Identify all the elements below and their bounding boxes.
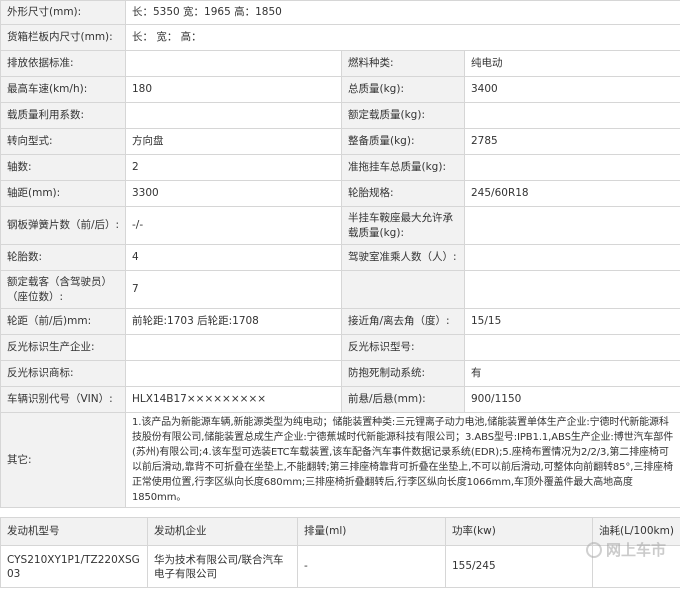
vehicle-spec-page: 外形尺寸(mm): 长：5350 宽：1965 高：1850 货箱栏板内尺寸(m… xyxy=(0,0,680,595)
spec-row: 轮距（前/后)mm: 前轮距:1703 后轮距:1708 接近角/离去角（度）:… xyxy=(0,308,680,335)
spec-value: 2785 xyxy=(463,128,680,155)
spec-value xyxy=(463,334,680,361)
spec-row: 轮胎数: 4 驾驶室准乘人数（人）: xyxy=(0,244,680,271)
spec-value: 有 xyxy=(463,360,680,387)
spec-value: 2 xyxy=(125,154,342,181)
spec-label: 轮胎数: xyxy=(0,244,126,271)
spec-label: 前悬/后悬(mm): xyxy=(341,386,465,413)
spec-value: 3400 xyxy=(463,76,680,103)
spec-value: 长：5350 宽：1965 高：1850 xyxy=(124,0,680,25)
spec-value xyxy=(463,102,680,129)
spec-value xyxy=(463,206,680,245)
engine-header-power: 功率(kw) xyxy=(445,517,593,546)
spec-row: 钢板弹簧片数（前/后）: -/- 半挂车鞍座最大允许承载质量(kg): xyxy=(0,206,680,245)
spec-label: 货箱栏板内尺寸(mm): xyxy=(0,24,126,51)
remark-label: 其它: xyxy=(0,412,126,508)
engine-header-model: 发动机型号 xyxy=(0,517,148,546)
spec-row: 车辆识别代号（VIN）: HLX14B17××××××××× 前悬/后悬(mm)… xyxy=(0,386,680,413)
spec-label: 车辆识别代号（VIN）: xyxy=(0,386,126,413)
spec-row: 反光标识商标: 防抱死制动系统: 有 xyxy=(0,360,680,387)
spec-table: 外形尺寸(mm): 长：5350 宽：1965 高：1850 货箱栏板内尺寸(m… xyxy=(0,0,680,508)
spec-label: 半挂车鞍座最大允许承载质量(kg): xyxy=(341,206,465,245)
spec-row: 反光标识生产企业: 反光标识型号: xyxy=(0,334,680,361)
spec-value: 245/60R18 xyxy=(463,180,680,207)
spec-value: 方向盘 xyxy=(125,128,342,155)
spec-label: 接近角/离去角（度）: xyxy=(341,308,465,335)
spec-value: 7 xyxy=(125,270,342,309)
spec-label xyxy=(341,270,465,309)
spec-row: 轴数: 2 准拖挂车总质量(kg): xyxy=(0,154,680,181)
spec-row: 载质量利用系数: 额定载质量(kg): xyxy=(0,102,680,129)
engine-fuel xyxy=(592,545,680,588)
spec-label: 轴距(mm): xyxy=(0,180,126,207)
spec-row: 排放依据标准: 燃料种类: 纯电动 xyxy=(0,50,680,77)
spec-value: 纯电动 xyxy=(463,50,680,77)
engine-table: 发动机型号 发动机企业 排量(ml) 功率(kw) 油耗(L/100km) CY… xyxy=(0,517,680,588)
spec-label: 燃料种类: xyxy=(341,50,465,77)
spec-label: 反光标识商标: xyxy=(0,360,126,387)
spec-label: 轮距（前/后)mm: xyxy=(0,308,126,335)
engine-power: 155/245 xyxy=(445,545,593,588)
spec-value: 180 xyxy=(125,76,342,103)
remark-value: 1.该产品为新能源车辆,新能源类型为纯电动；储能装置种类:三元锂离子动力电池,储… xyxy=(124,412,680,508)
spec-label: 反光标识型号: xyxy=(341,334,465,361)
spec-value xyxy=(125,102,342,129)
spec-label: 载质量利用系数: xyxy=(0,102,126,129)
spec-label: 额定载质量(kg): xyxy=(341,102,465,129)
spec-value xyxy=(125,50,342,77)
spec-label: 轮胎规格: xyxy=(341,180,465,207)
engine-row: CYS210XY1P1/TZ220XSG03 华为技术有限公司/联合汽车电子有限… xyxy=(0,545,680,588)
spec-label: 转向型式: xyxy=(0,128,126,155)
spec-label: 钢板弹簧片数（前/后）: xyxy=(0,206,126,245)
spec-value: 长： 宽： 高： xyxy=(124,24,680,51)
engine-header-displacement: 排量(ml) xyxy=(297,517,446,546)
spec-value xyxy=(125,360,342,387)
spec-label: 排放依据标准: xyxy=(0,50,126,77)
engine-model: CYS210XY1P1/TZ220XSG03 xyxy=(0,545,148,588)
spec-value: 3300 xyxy=(125,180,342,207)
spec-value: HLX14B17××××××××× xyxy=(125,386,342,413)
spec-label: 最高车速(km/h): xyxy=(0,76,126,103)
spec-label: 轴数: xyxy=(0,154,126,181)
spec-row: 外形尺寸(mm): 长：5350 宽：1965 高：1850 xyxy=(0,0,680,25)
engine-header-company: 发动机企业 xyxy=(147,517,298,546)
spec-value xyxy=(463,154,680,181)
spec-row: 转向型式: 方向盘 整备质量(kg): 2785 xyxy=(0,128,680,155)
spec-row: 额定载客（含驾驶员）（座位数）: 7 xyxy=(0,270,680,309)
spec-row: 货箱栏板内尺寸(mm): 长： 宽： 高： xyxy=(0,24,680,51)
spec-value: 15/15 xyxy=(463,308,680,335)
spec-label: 总质量(kg): xyxy=(341,76,465,103)
spec-value xyxy=(463,244,680,271)
engine-company: 华为技术有限公司/联合汽车电子有限公司 xyxy=(147,545,298,588)
spec-value: 前轮距:1703 后轮距:1708 xyxy=(125,308,342,335)
spec-label: 额定载客（含驾驶员）（座位数）: xyxy=(0,270,126,309)
engine-displacement: - xyxy=(297,545,446,588)
spec-value xyxy=(463,270,680,309)
spec-label: 反光标识生产企业: xyxy=(0,334,126,361)
spec-label: 外形尺寸(mm): xyxy=(0,0,126,25)
engine-header-fuel: 油耗(L/100km) xyxy=(592,517,680,546)
spec-value: -/- xyxy=(125,206,342,245)
spec-label: 准拖挂车总质量(kg): xyxy=(341,154,465,181)
spec-label: 防抱死制动系统: xyxy=(341,360,465,387)
spec-label: 驾驶室准乘人数（人）: xyxy=(341,244,465,271)
engine-header-row: 发动机型号 发动机企业 排量(ml) 功率(kw) 油耗(L/100km) xyxy=(0,517,680,546)
spec-row: 最高车速(km/h): 180 总质量(kg): 3400 xyxy=(0,76,680,103)
spec-label: 整备质量(kg): xyxy=(341,128,465,155)
spec-row: 轴距(mm): 3300 轮胎规格: 245/60R18 xyxy=(0,180,680,207)
spec-value: 900/1150 xyxy=(463,386,680,413)
spec-value xyxy=(125,334,342,361)
remark-row: 其它: 1.该产品为新能源车辆,新能源类型为纯电动；储能装置种类:三元锂离子动力… xyxy=(0,412,680,508)
spec-value: 4 xyxy=(125,244,342,271)
